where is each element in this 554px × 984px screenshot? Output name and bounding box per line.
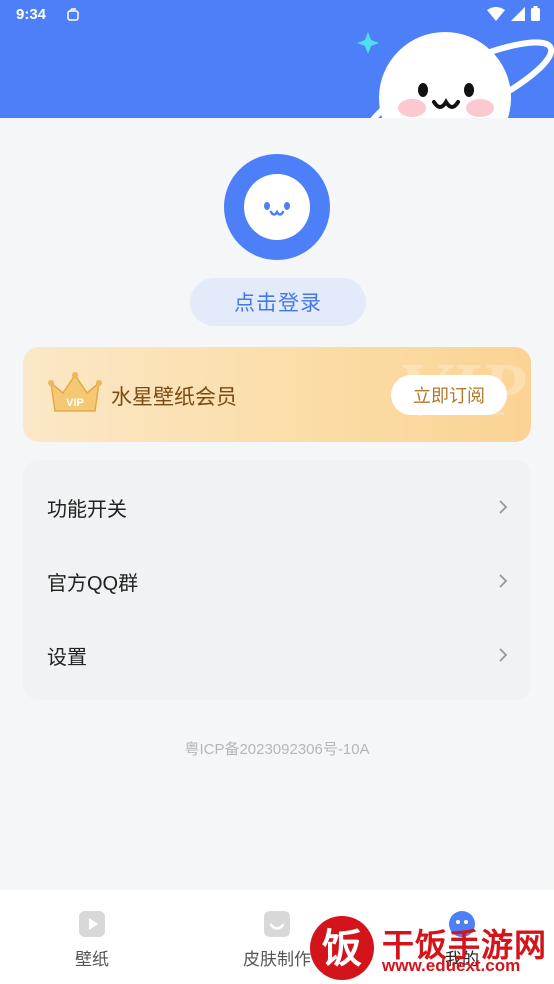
header-banner [0, 30, 554, 118]
signal-icon [511, 6, 525, 21]
status-icons [487, 6, 540, 21]
crown-vip-text: VIP [66, 397, 84, 409]
status-bar: 9:34 [0, 0, 554, 30]
menu-item-feature-switch[interactable]: 功能开关 [23, 470, 531, 544]
vip-card[interactable]: VIP VIP 水星壁纸会员 立即订阅 [23, 347, 531, 442]
chevron-right-icon [499, 500, 508, 514]
face-square-icon [264, 911, 290, 937]
avatar-face [244, 174, 310, 240]
subscribe-button[interactable]: 立即订阅 [391, 375, 507, 415]
crown-icon: VIP [48, 372, 102, 412]
menu-item-qq-group[interactable]: 官方QQ群 [23, 544, 531, 618]
tab-label: 壁纸 [75, 950, 109, 969]
menu-item-label: 设置 [47, 646, 87, 669]
watermark-url: www.eduext.com [382, 956, 521, 975]
chevron-right-icon [499, 648, 508, 662]
watermark-logo-icon: 饭 [310, 916, 374, 980]
wifi-icon [487, 6, 505, 21]
menu-item-label: 官方QQ群 [47, 572, 139, 595]
tab-wallpaper[interactable]: 壁纸 [0, 890, 184, 984]
site-watermark-logo: 饭 干饭手游网 www.eduext.com [306, 912, 554, 984]
avatar[interactable] [224, 154, 330, 260]
play-square-icon [79, 911, 105, 937]
battery-icon [531, 6, 540, 21]
menu-item-settings[interactable]: 设置 [23, 618, 531, 692]
notification-icon [67, 8, 79, 21]
icp-license-text: 粤ICP备2023092306号-10A [184, 741, 370, 758]
menu-item-label: 功能开关 [47, 498, 127, 521]
watermark-brand-char: 饭 [322, 926, 362, 972]
vip-title: 水星壁纸会员 [111, 386, 237, 409]
chevron-right-icon [499, 574, 508, 588]
status-time: 9:34 [16, 6, 47, 23]
smiley-face-icon [264, 202, 290, 216]
menu-card: 功能开关 官方QQ群 设置 [23, 460, 531, 700]
mascot-planet-icon [357, 32, 554, 118]
login-button[interactable]: 点击登录 [190, 278, 366, 326]
